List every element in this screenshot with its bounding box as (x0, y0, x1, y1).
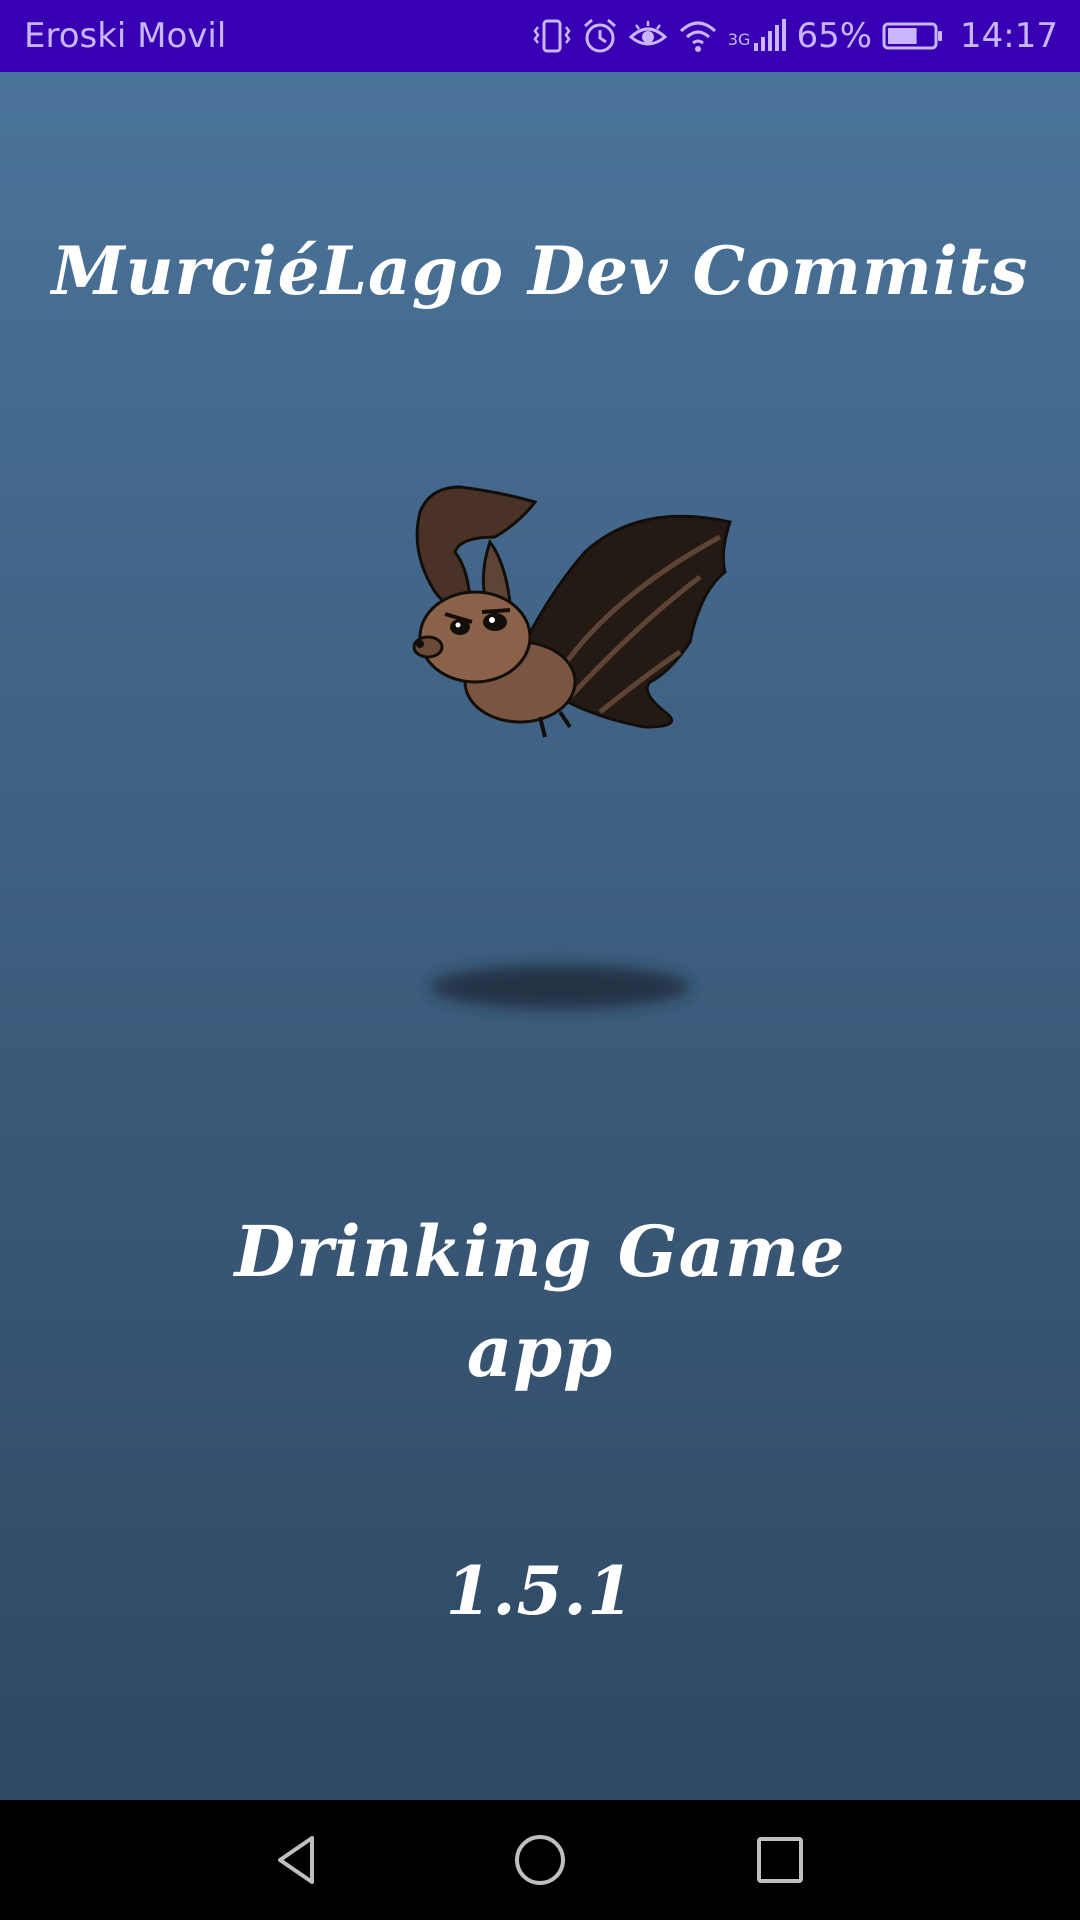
recents-icon[interactable] (750, 1830, 810, 1890)
game-title-line-1: Drinking Game (234, 1210, 846, 1293)
studio-name: MurciéLago Dev Commits (51, 232, 1029, 310)
game-title: Drinking Game app (0, 1202, 1080, 1402)
status-icons: 3G 65% 14:17 (532, 16, 1058, 56)
screen: Eroski Movil 3G 65% 14:17 MurciéLago Dev… (0, 0, 1080, 1920)
bat-logo (412, 485, 732, 738)
wifi-icon (679, 21, 716, 52)
navigation-bar (0, 1800, 1080, 1920)
carrier-name: Eroski Movil (24, 16, 227, 56)
clock: 14:17 (960, 16, 1058, 56)
version-label: 1.5.1 (445, 1552, 635, 1630)
game-title-line-2: app (466, 1310, 614, 1393)
back-icon[interactable] (270, 1830, 330, 1890)
alarm-icon (583, 18, 616, 53)
cell-signal-icon (754, 19, 787, 51)
splash-screen: MurciéLago Dev Commits Drinking Game app… (0, 72, 1080, 1800)
battery-percent: 65% (796, 16, 873, 56)
battery-icon (882, 22, 943, 50)
eye-comfort-icon (628, 21, 668, 46)
vibrate-icon (533, 19, 571, 53)
status-bar: Eroski Movil 3G 65% 14:17 (0, 0, 1080, 72)
home-icon[interactable] (510, 1830, 570, 1890)
bat-shadow (430, 965, 690, 1009)
network-type-label: 3G (727, 30, 751, 49)
